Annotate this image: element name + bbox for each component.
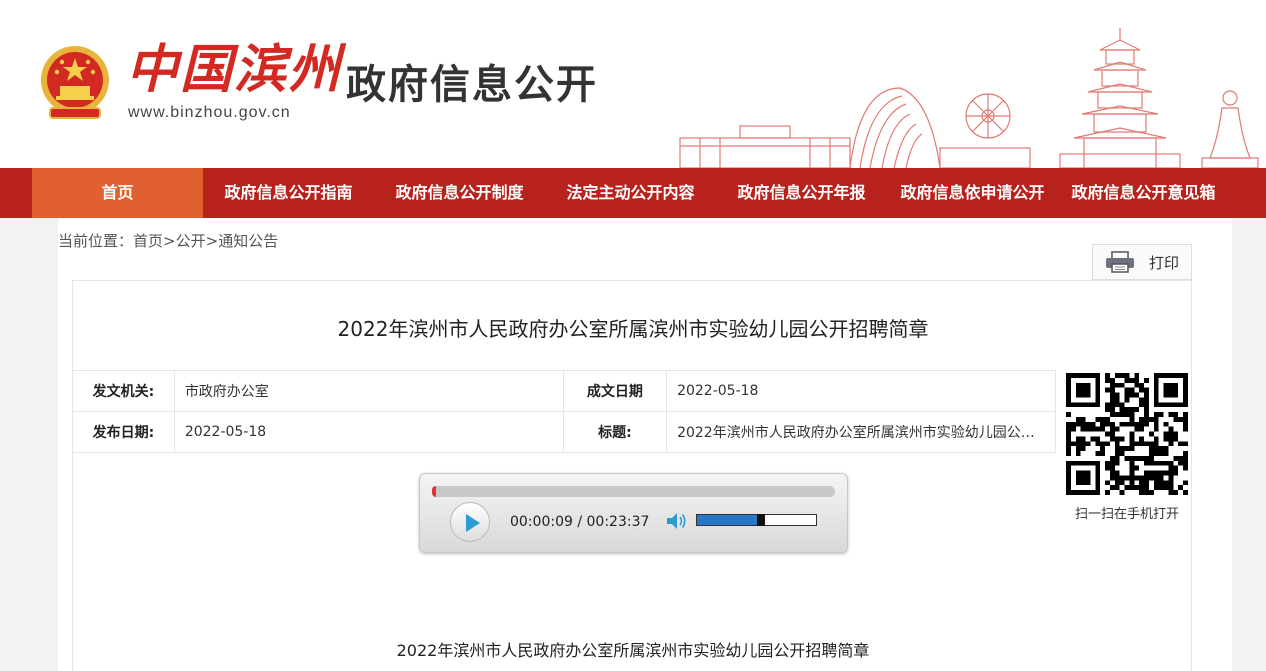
breadcrumb-prefix: 当前位置： <box>58 232 134 250</box>
article-meta-table: 发文机关: 市政府办公室 成文日期 2022-05-18 发布日期: 2022-… <box>73 370 1056 453</box>
time-separator: / <box>572 514 587 530</box>
breadcrumb-item-home[interactable]: 首页 <box>133 232 163 250</box>
city-skyline-illustration <box>679 28 1259 168</box>
issuer-value: 市政府办公室 <box>174 370 564 412</box>
breadcrumb: 当前位置：首页>公开>通知公告 <box>58 230 278 251</box>
qr-code-block: 扫一扫在手机打开 <box>1063 373 1191 522</box>
site-header: 中国滨州 www.binzhou.gov.cn 政府信息公开 <box>0 0 1266 168</box>
page-title: 政府信息公开 <box>346 62 598 108</box>
breadcrumb-separator: > <box>163 232 176 250</box>
nav-item-application[interactable]: 政府信息依申请公开 <box>887 168 1058 218</box>
published-date-label: 发布日期: <box>73 411 175 453</box>
national-emblem-icon <box>41 46 109 119</box>
volume-fill <box>697 515 757 525</box>
nav-item-statutory-content[interactable]: 法定主动公开内容 <box>545 168 716 218</box>
created-date-label: 成文日期 <box>563 370 668 412</box>
printer-icon <box>1105 251 1134 273</box>
subject-label: 标题: <box>563 411 668 453</box>
article: 2022年滨州市人民政府办公室所属滨州市实验幼儿园公开招聘简章 发文机关: 市政… <box>72 280 1192 671</box>
time-total: 00:23:37 <box>586 514 650 530</box>
print-label: 打印 <box>1148 253 1179 272</box>
created-date-value: 2022-05-18 <box>666 370 1056 412</box>
nav-item-feedback[interactable]: 政府信息公开意见箱 <box>1058 168 1229 218</box>
volume-knob[interactable] <box>757 514 765 526</box>
content-panel: 当前位置：首页>公开>通知公告 打印 2022年滨州市人民政府办公室所属滨州市实… <box>58 218 1232 671</box>
subject-value: 2022年滨州市人民政府办公室所属滨州市实验幼儿园公开招聘... <box>666 411 1056 453</box>
audio-player: 00:00:09 / 00:23:37 <box>419 473 848 553</box>
breadcrumb-item-notices[interactable]: 通知公告 <box>218 232 278 250</box>
site-url: www.binzhou.gov.cn <box>128 104 291 121</box>
qr-caption: 扫一扫在手机打开 <box>1074 507 1179 522</box>
audio-progress-fill <box>432 486 436 497</box>
speaker-icon[interactable] <box>666 512 688 530</box>
nav-item-annual-report[interactable]: 政府信息公开年报 <box>716 168 887 218</box>
issuer-label: 发文机关: <box>73 370 175 412</box>
nav-item-guide[interactable]: 政府信息公开指南 <box>203 168 374 218</box>
volume-slider[interactable] <box>696 514 817 526</box>
play-button[interactable] <box>450 502 490 542</box>
audio-time: 00:00:09 / 00:23:37 <box>510 514 649 530</box>
time-current: 00:00:09 <box>510 514 573 530</box>
published-date-value: 2022-05-18 <box>174 411 564 453</box>
play-icon <box>466 514 480 532</box>
article-body-title: 2022年滨州市人民政府办公室所属滨州市实验幼儿园公开招聘简章 <box>396 641 870 660</box>
article-title: 2022年滨州市人民政府办公室所属滨州市实验幼儿园公开招聘简章 <box>337 317 929 341</box>
audio-progress-track[interactable] <box>432 486 835 497</box>
nav-item-system[interactable]: 政府信息公开制度 <box>374 168 545 218</box>
breadcrumb-separator: > <box>205 232 219 250</box>
main-nav: 首页 政府信息公开指南 政府信息公开制度 法定主动公开内容 政府信息公开年报 政… <box>0 168 1266 218</box>
site-logo-text[interactable]: 中国滨州 <box>126 40 342 100</box>
nav-item-home[interactable]: 首页 <box>32 168 203 218</box>
qr-code <box>1066 373 1188 495</box>
breadcrumb-item-public[interactable]: 公开 <box>176 232 206 250</box>
print-button[interactable]: 打印 <box>1092 244 1192 280</box>
